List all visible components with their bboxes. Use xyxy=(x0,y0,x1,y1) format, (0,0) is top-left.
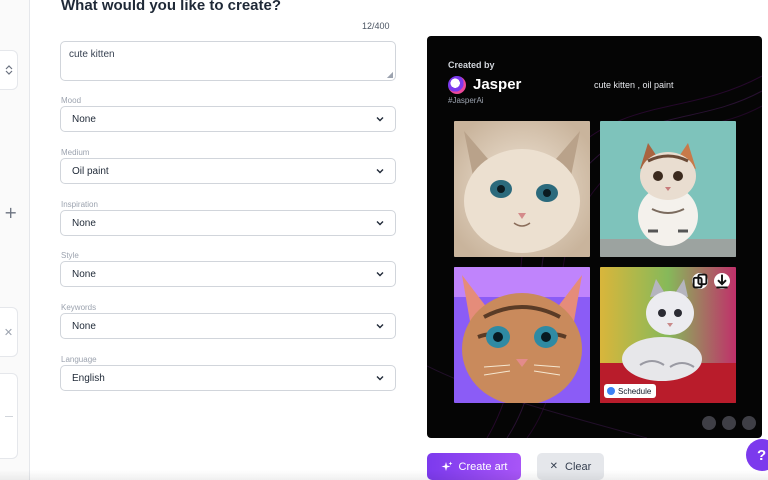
inspiration-value: None xyxy=(72,217,96,229)
chevron-down-icon xyxy=(376,169,384,174)
rail-sort-button[interactable] xyxy=(0,50,18,90)
kitten-image-2 xyxy=(600,121,736,257)
kitten-image-3 xyxy=(454,267,590,403)
medium-select[interactable]: Oil paint xyxy=(60,158,396,184)
language-value: English xyxy=(72,372,105,384)
page-title: What would you like to create? xyxy=(61,0,282,14)
card-action-icons xyxy=(702,416,756,430)
medium-value: Oil paint xyxy=(72,165,109,177)
copy-icon xyxy=(692,273,708,289)
rail-close-button[interactable]: ✕ xyxy=(0,307,18,357)
generated-image-3[interactable] xyxy=(454,267,590,403)
download-icon xyxy=(716,274,728,289)
jasper-logo-icon xyxy=(448,76,466,94)
chevron-down-icon xyxy=(376,376,384,381)
language-label: Language xyxy=(61,355,97,364)
keywords-value: None xyxy=(72,320,96,332)
download-image-button[interactable] xyxy=(714,273,730,289)
share-icon[interactable] xyxy=(702,416,716,430)
medium-label: Medium xyxy=(61,148,90,157)
instagram-icon[interactable] xyxy=(742,416,756,430)
language-select[interactable]: English xyxy=(60,365,396,391)
chevron-down-icon xyxy=(376,272,384,277)
schedule-icon xyxy=(607,387,615,395)
sort-chevrons-icon xyxy=(5,65,12,75)
inspiration-label: Inspiration xyxy=(61,200,98,209)
mood-label: Mood xyxy=(61,96,82,105)
chevron-down-icon xyxy=(376,221,384,226)
keywords-label: Keywords xyxy=(61,303,97,312)
keywords-select[interactable]: None xyxy=(60,313,396,339)
char-counter: 12/400 xyxy=(362,21,390,31)
art-caption: cute kitten , oil paint xyxy=(594,80,674,90)
chevron-down-icon xyxy=(376,324,384,329)
style-label: Style xyxy=(61,251,79,260)
divider-icon xyxy=(4,415,13,417)
schedule-label: Schedule xyxy=(618,386,652,396)
mood-value: None xyxy=(72,113,96,125)
bottom-shadow xyxy=(0,470,768,480)
help-button[interactable]: ? xyxy=(746,439,768,471)
inspiration-select[interactable]: None xyxy=(60,210,396,236)
jasper-art-page: + ✕ What would you like to create? 12/40… xyxy=(0,0,768,480)
generated-image-1[interactable] xyxy=(454,121,590,257)
generated-image-2[interactable] xyxy=(600,121,736,257)
kitten-image-1 xyxy=(454,121,590,257)
generated-image-4[interactable]: Schedule xyxy=(600,267,736,403)
resize-handle-icon[interactable]: ◢ xyxy=(387,70,393,79)
chevron-down-icon xyxy=(376,117,384,122)
prompt-textarea[interactable]: cute kitten ◢ xyxy=(60,41,396,81)
prompt-text: cute kitten xyxy=(69,49,115,60)
copy-image-button[interactable] xyxy=(692,273,708,289)
left-rail: + ✕ xyxy=(0,0,30,480)
add-icon[interactable]: + xyxy=(4,203,17,222)
art-preview-card: Created by Jasper #JasperAi cute kitten … xyxy=(427,36,762,438)
close-icon: ✕ xyxy=(3,326,14,339)
brand-name: Jasper xyxy=(473,76,522,93)
settings-icon[interactable] xyxy=(722,416,736,430)
style-value: None xyxy=(72,268,96,280)
help-label: ? xyxy=(757,446,767,464)
rail-panel xyxy=(0,373,18,459)
style-select[interactable]: None xyxy=(60,261,396,287)
schedule-button[interactable]: Schedule xyxy=(604,384,657,398)
created-by-label: Created by xyxy=(448,60,495,70)
mood-select[interactable]: None xyxy=(60,106,396,132)
hashtag-label: #JasperAi xyxy=(448,96,484,105)
